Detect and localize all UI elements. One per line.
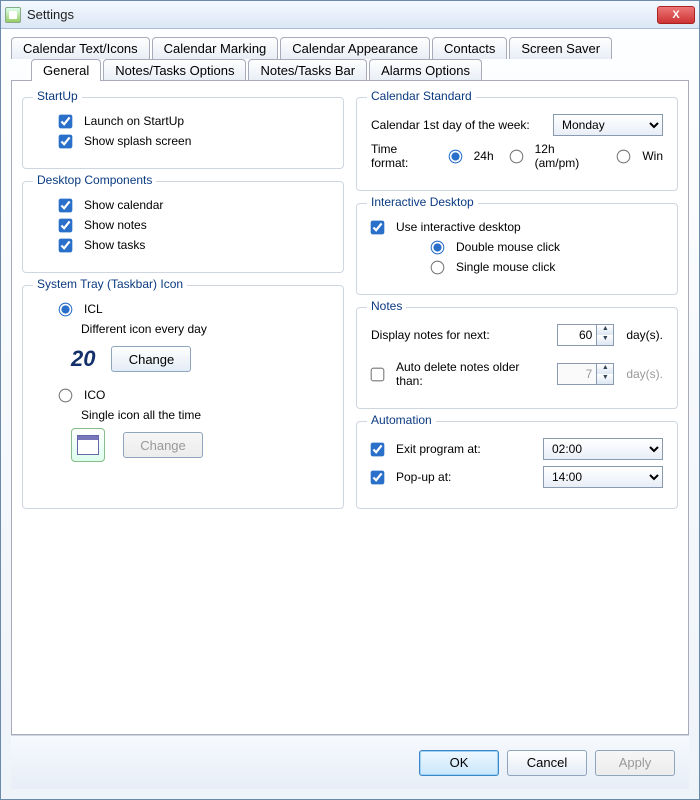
dialog-footer: OK Cancel Apply	[11, 735, 689, 789]
tray-ico-radio[interactable]	[59, 388, 73, 402]
popup-label[interactable]: Pop-up at:	[396, 470, 451, 484]
show-splash-checkbox[interactable]	[59, 134, 73, 148]
calendar-icon	[71, 428, 105, 462]
spin-down-icon[interactable]: ▼	[597, 335, 613, 345]
tray-icl-radio[interactable]	[59, 302, 73, 316]
close-button[interactable]: X	[657, 6, 695, 24]
group-title: Automation	[367, 413, 436, 427]
first-day-select[interactable]: Monday	[553, 114, 663, 136]
show-notes-label[interactable]: Show notes	[84, 218, 147, 232]
group-title: System Tray (Taskbar) Icon	[33, 277, 187, 291]
group-automation: Automation Exit program at: 02:00 Pop-up…	[356, 421, 678, 509]
tab-row-bottom: General Notes/Tasks Options Notes/Tasks …	[31, 59, 689, 81]
show-notes-checkbox[interactable]	[59, 218, 73, 232]
first-day-label: Calendar 1st day of the week:	[371, 118, 530, 132]
popup-checkbox[interactable]	[371, 470, 385, 484]
popup-time-select[interactable]: 14:00	[543, 466, 663, 488]
group-notes: Notes Display notes for next: ▲▼ day(s).	[356, 307, 678, 409]
apply-button: Apply	[595, 750, 675, 776]
display-notes-input[interactable]	[557, 324, 597, 346]
tab-notes-tasks-bar[interactable]: Notes/Tasks Bar	[248, 59, 367, 81]
titlebar: Settings X	[1, 1, 699, 29]
show-splash-label[interactable]: Show splash screen	[84, 134, 191, 148]
show-tasks-label[interactable]: Show tasks	[84, 238, 145, 252]
tab-calendar-marking[interactable]: Calendar Marking	[152, 37, 279, 59]
double-click-label[interactable]: Double mouse click	[456, 240, 560, 254]
content-area: Calendar Text/Icons Calendar Marking Cal…	[1, 29, 699, 799]
spin-up-icon: ▲	[597, 364, 613, 374]
group-interactive-desktop: Interactive Desktop Use interactive desk…	[356, 203, 678, 295]
group-title: Desktop Components	[33, 173, 156, 187]
group-title: Notes	[367, 299, 406, 313]
display-notes-label: Display notes for next:	[371, 328, 490, 342]
group-calendar-standard: Calendar Standard Calendar 1st day of th…	[356, 97, 678, 191]
days-unit-disabled: day(s).	[626, 367, 663, 381]
exit-time-select[interactable]: 02:00	[543, 438, 663, 460]
tab-general[interactable]: General	[31, 59, 101, 81]
group-desktop-components: Desktop Components Show calendar Show no…	[22, 181, 344, 273]
time-12h-radio[interactable]	[509, 149, 523, 163]
time-win-radio[interactable]	[617, 149, 631, 163]
group-title: Calendar Standard	[367, 89, 476, 103]
ok-button[interactable]: OK	[419, 750, 499, 776]
tab-calendar-text-icons[interactable]: Calendar Text/Icons	[11, 37, 150, 59]
spin-up-icon[interactable]: ▲	[597, 325, 613, 335]
cancel-button[interactable]: Cancel	[507, 750, 587, 776]
show-calendar-checkbox[interactable]	[59, 198, 73, 212]
tray-ico-label[interactable]: ICO	[84, 388, 105, 402]
group-system-tray: System Tray (Taskbar) Icon ICL Different…	[22, 285, 344, 509]
display-notes-spinner[interactable]: ▲▼	[557, 324, 614, 346]
exit-program-checkbox[interactable]	[371, 442, 385, 456]
days-unit: day(s).	[626, 328, 663, 342]
use-interactive-label[interactable]: Use interactive desktop	[396, 220, 521, 234]
day-number-icon: 20	[71, 346, 95, 372]
tab-calendar-appearance[interactable]: Calendar Appearance	[280, 37, 430, 59]
group-title: StartUp	[33, 89, 82, 103]
tray-icl-sub: Different icon every day	[81, 322, 207, 336]
tab-alarms-options[interactable]: Alarms Options	[369, 59, 482, 81]
tab-screen-saver[interactable]: Screen Saver	[509, 37, 612, 59]
launch-on-startup-checkbox[interactable]	[59, 114, 73, 128]
single-click-radio[interactable]	[431, 260, 445, 274]
time-24h-radio[interactable]	[448, 149, 462, 163]
group-title: Interactive Desktop	[367, 195, 478, 209]
auto-delete-input	[557, 363, 597, 385]
single-click-label[interactable]: Single mouse click	[456, 260, 555, 274]
time-win-label[interactable]: Win	[642, 149, 663, 163]
show-calendar-label[interactable]: Show calendar	[84, 198, 163, 212]
double-click-radio[interactable]	[431, 240, 445, 254]
spin-down-icon: ▼	[597, 374, 613, 384]
tray-icl-label[interactable]: ICL	[84, 302, 103, 316]
exit-program-label[interactable]: Exit program at:	[396, 442, 481, 456]
show-tasks-checkbox[interactable]	[59, 238, 73, 252]
tray-ico-sub: Single icon all the time	[81, 408, 201, 422]
right-column: Calendar Standard Calendar 1st day of th…	[356, 91, 678, 509]
launch-on-startup-label[interactable]: Launch on StartUp	[84, 114, 184, 128]
settings-window: Settings X Calendar Text/Icons Calendar …	[0, 0, 700, 800]
window-title: Settings	[27, 7, 657, 22]
auto-delete-label[interactable]: Auto delete notes older than:	[396, 360, 545, 388]
tab-row-top: Calendar Text/Icons Calendar Marking Cal…	[11, 37, 689, 59]
tab-contacts[interactable]: Contacts	[432, 37, 507, 59]
tab-page-general: StartUp Launch on StartUp Show splash sc…	[11, 80, 689, 735]
use-interactive-checkbox[interactable]	[371, 220, 385, 234]
time-24h-label[interactable]: 24h	[474, 149, 494, 163]
group-startup: StartUp Launch on StartUp Show splash sc…	[22, 97, 344, 169]
time-format-label: Time format:	[371, 142, 437, 170]
change-icl-button[interactable]: Change	[111, 346, 191, 372]
time-12h-label[interactable]: 12h (am/pm)	[535, 142, 602, 170]
app-icon	[5, 7, 21, 23]
left-column: StartUp Launch on StartUp Show splash sc…	[22, 91, 344, 509]
change-ico-button: Change	[123, 432, 203, 458]
auto-delete-spinner: ▲▼	[557, 363, 614, 385]
tab-notes-tasks-options[interactable]: Notes/Tasks Options	[103, 59, 246, 81]
auto-delete-checkbox[interactable]	[371, 367, 385, 381]
